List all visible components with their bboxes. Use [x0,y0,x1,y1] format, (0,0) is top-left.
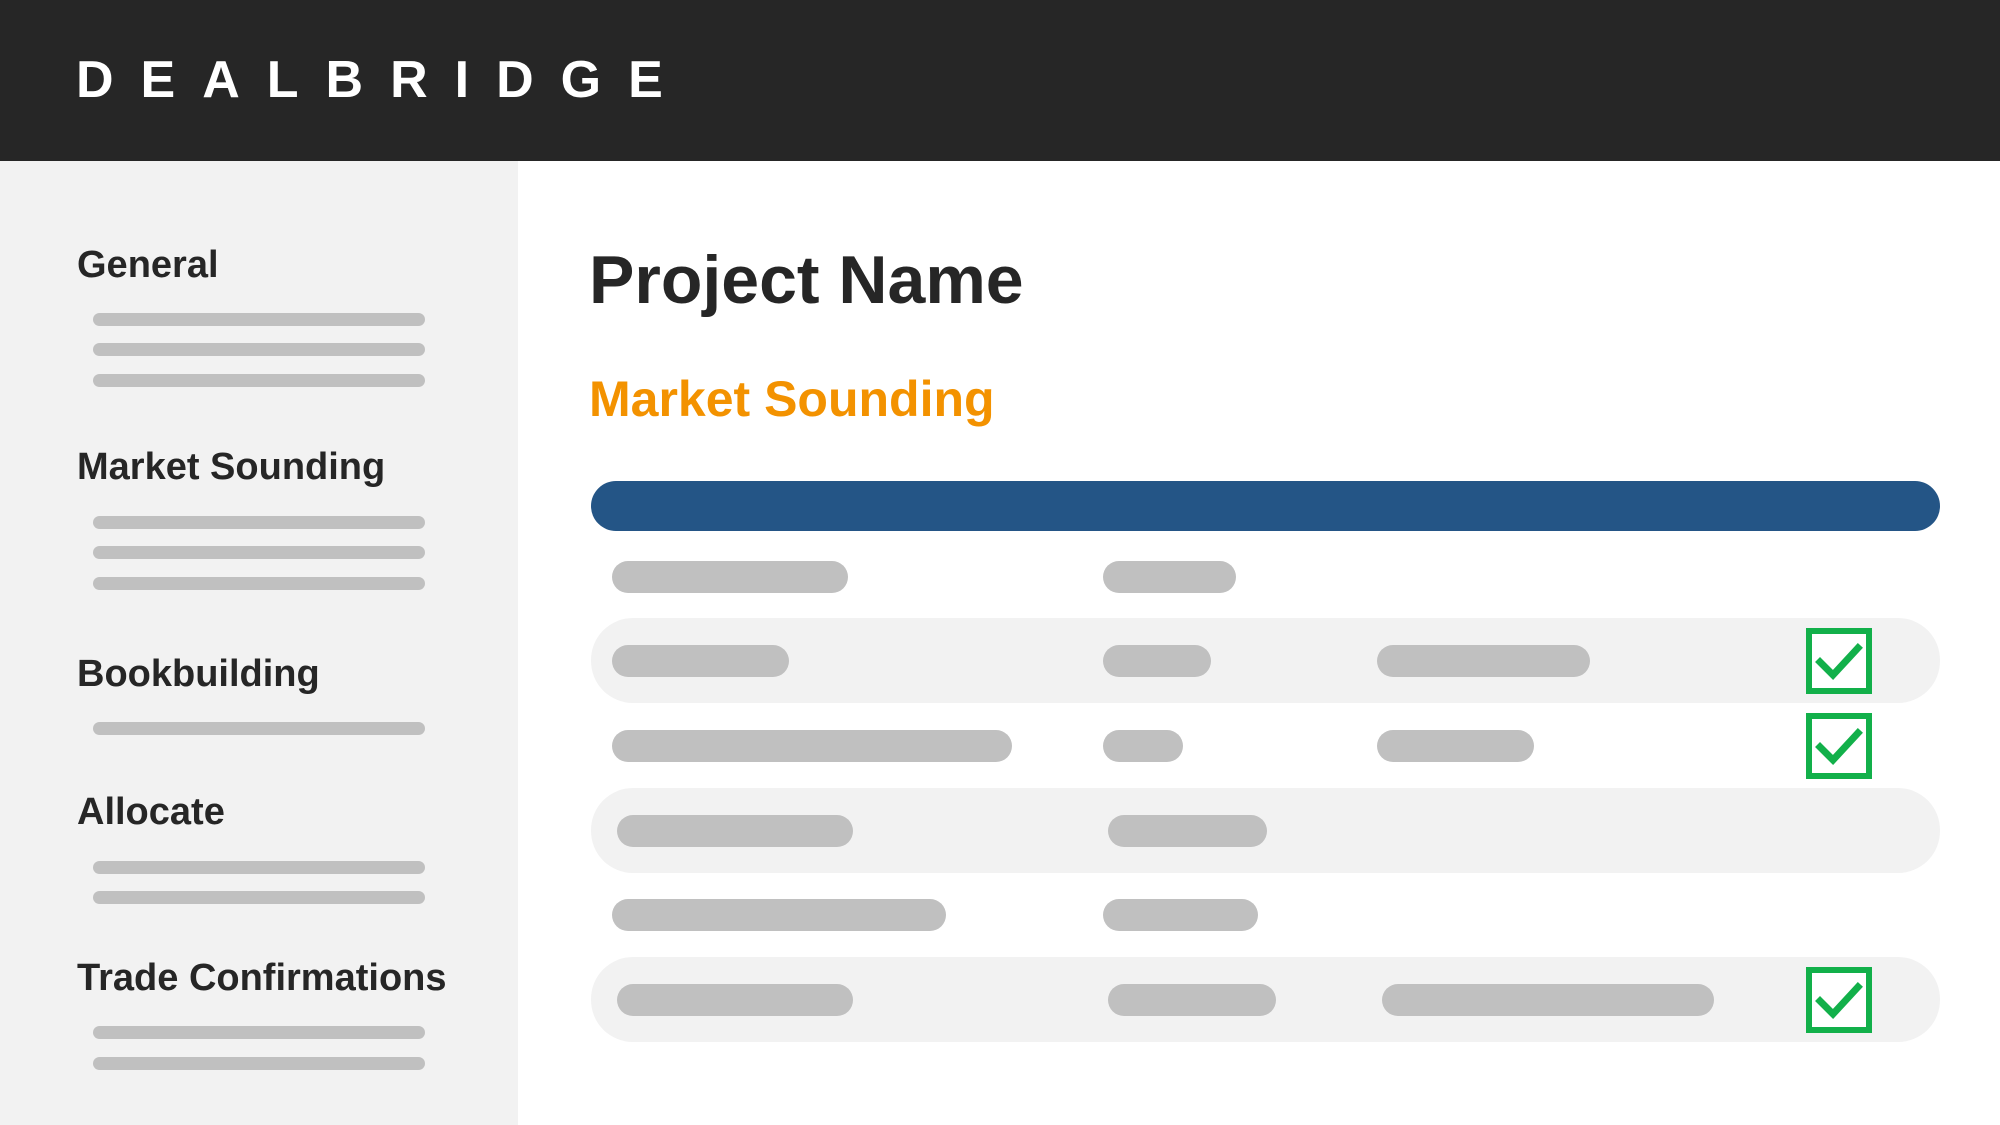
table-cell-placeholder [612,899,946,931]
sidebar-placeholder-line [93,891,425,904]
sidebar-placeholder-line [93,313,425,326]
sidebar-item-allocate[interactable]: Allocate [77,790,225,834]
table-cell-placeholder [1103,561,1236,593]
table-cell-placeholder [1108,984,1276,1016]
table-row[interactable] [591,703,1940,788]
sidebar: General Market Sounding Bookbuilding All… [0,161,518,1125]
table-row[interactable] [591,957,1940,1042]
table-cell-placeholder [617,984,853,1016]
sidebar-placeholder-line [93,861,425,874]
sidebar-placeholder-line [93,374,425,387]
checkbox-checked-icon[interactable] [1806,967,1872,1033]
table-row[interactable] [591,872,1940,957]
table-row[interactable] [591,534,1940,619]
sidebar-item-general[interactable]: General [77,243,219,287]
table-cell-placeholder [612,645,789,677]
table-header [591,481,1940,531]
checkbox-checked-icon[interactable] [1806,713,1872,779]
sidebar-item-trade-confirmations[interactable]: Trade Confirmations [77,956,447,1000]
page-title: Project Name [589,242,1024,318]
logo: DEALBRIDGE [76,51,690,109]
sidebar-placeholder-line [93,546,425,559]
table-cell-placeholder [1103,899,1258,931]
sidebar-placeholder-line [93,343,425,356]
table-row[interactable] [591,618,1940,703]
sidebar-placeholder-line [93,1057,425,1070]
table-cell-placeholder [1382,984,1714,1016]
sidebar-placeholder-line [93,1026,425,1039]
sidebar-placeholder-line [93,577,425,590]
table-cell-placeholder [1377,645,1590,677]
sidebar-placeholder-line [93,722,425,735]
top-bar: DEALBRIDGE [0,0,2000,161]
sidebar-placeholder-line [93,516,425,529]
section-title: Market Sounding [589,371,995,427]
table-cell-placeholder [1103,730,1183,762]
table-cell-placeholder [1103,645,1211,677]
checkbox-checked-icon[interactable] [1806,628,1872,694]
table-cell-placeholder [1377,730,1534,762]
sidebar-item-bookbuilding[interactable]: Bookbuilding [77,652,320,696]
table-cell-placeholder [612,730,1012,762]
table-cell-placeholder [1108,815,1267,847]
sidebar-item-market-sounding[interactable]: Market Sounding [77,445,385,489]
table-row[interactable] [591,788,1940,873]
table-cell-placeholder [617,815,853,847]
table-cell-placeholder [612,561,848,593]
